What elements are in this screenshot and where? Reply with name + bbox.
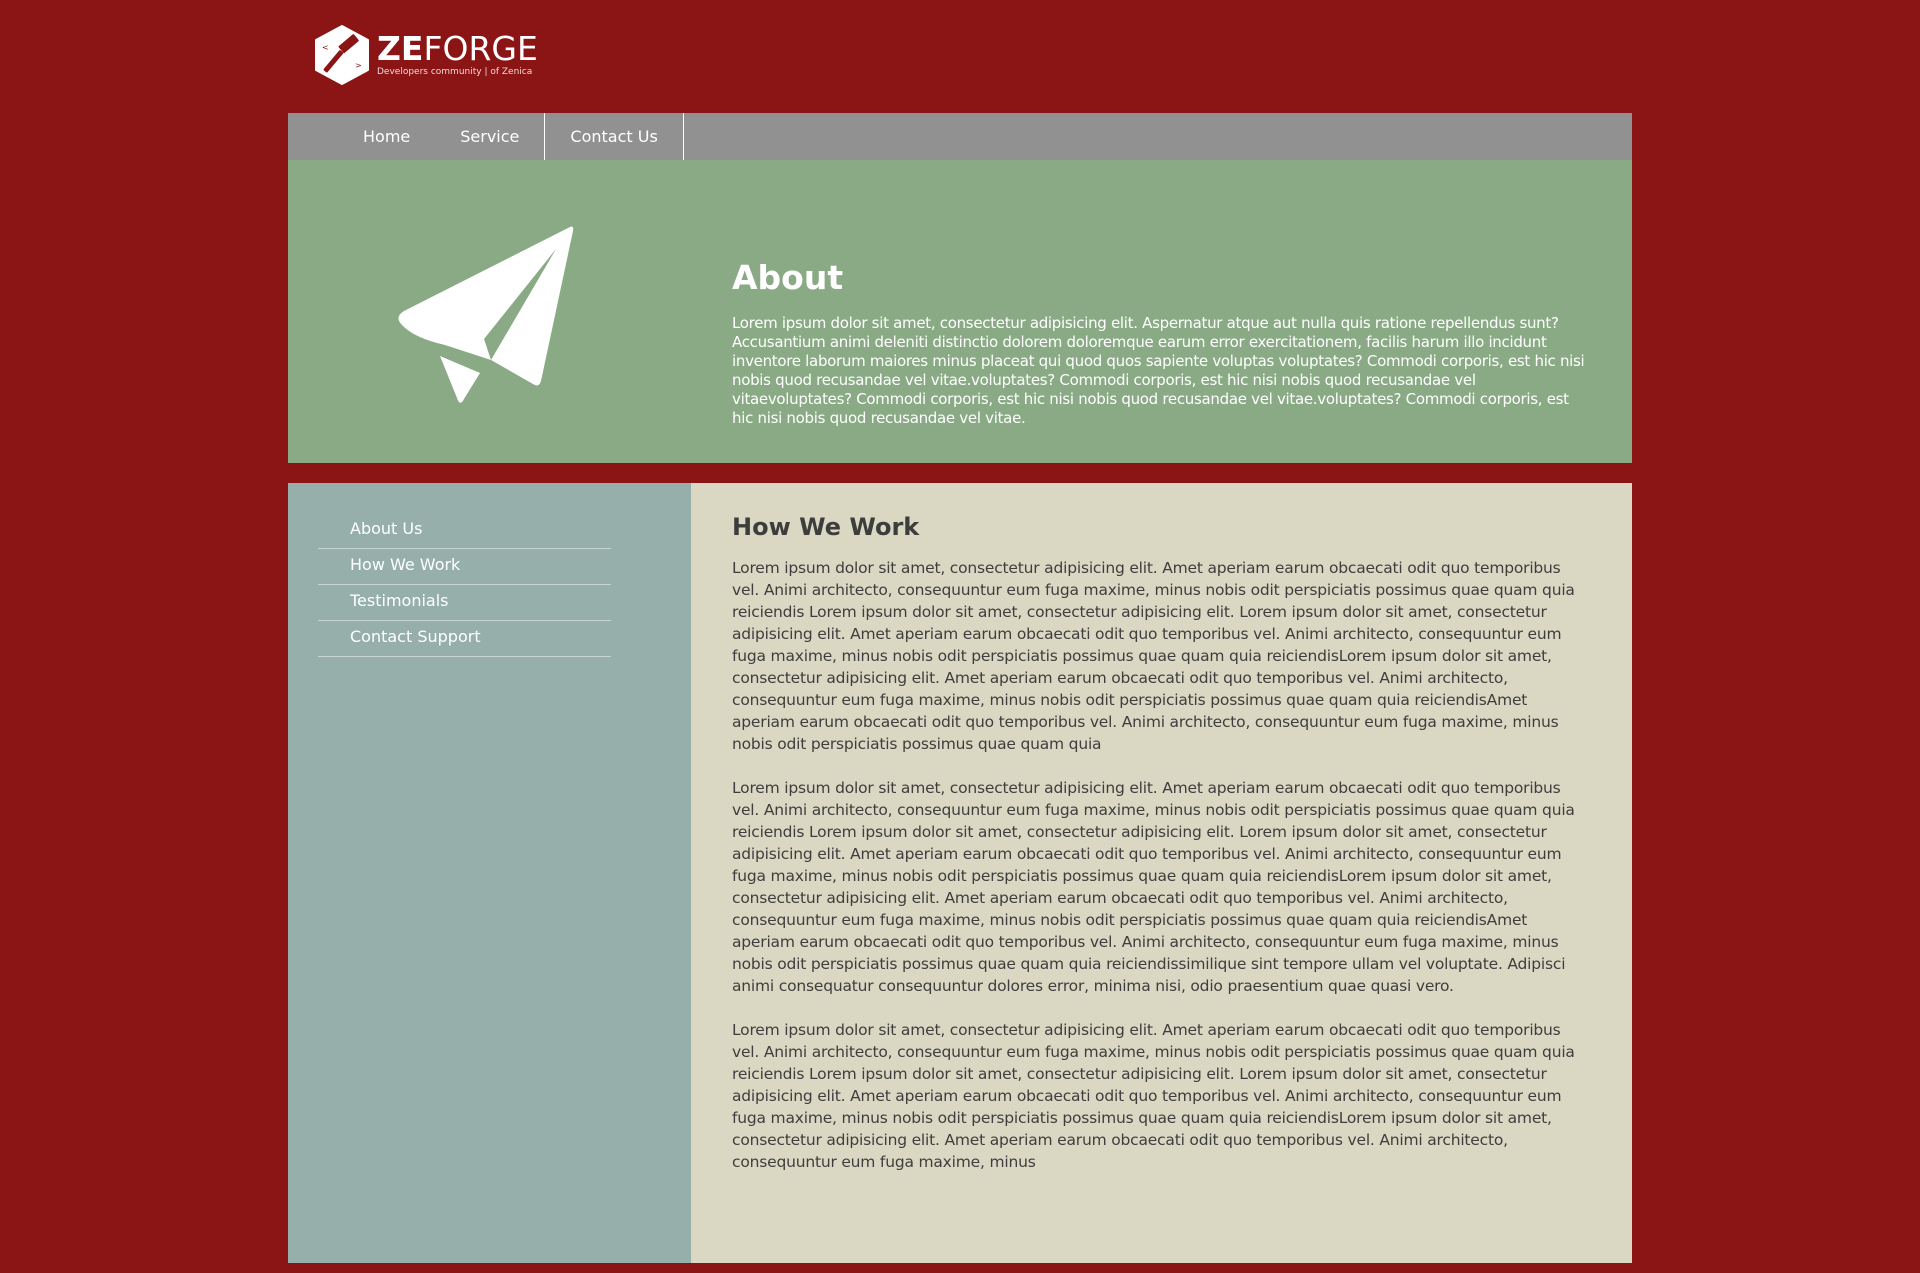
paragraph: Lorem ipsum dolor sit amet, consectetur … bbox=[732, 559, 1575, 753]
nav-home[interactable]: Home bbox=[338, 113, 435, 160]
hero-text: Lorem ipsum dolor sit amet, consectetur … bbox=[732, 314, 1585, 427]
logo-tagline: Developers community | of Zenica bbox=[377, 67, 533, 77]
section-title: How We Work bbox=[732, 513, 920, 541]
sidebar-menu: About Us How We Work Testimonials Contac… bbox=[318, 514, 611, 657]
main-content: How We Work Lorem ipsum dolor sit amet, … bbox=[691, 483, 1632, 1263]
hammer-hex-icon: < > bbox=[315, 25, 369, 85]
paragraph: Lorem ipsum dolor sit amet, consectetur … bbox=[732, 1021, 1575, 1171]
section-body: Lorem ipsum dolor sit amet, consectetur … bbox=[732, 557, 1582, 1195]
svg-text:<: < bbox=[322, 43, 329, 52]
logo-wordmark: ZEFORGE bbox=[377, 29, 538, 68]
sidebar-item-about-us[interactable]: About Us bbox=[318, 514, 611, 549]
logo[interactable]: < > ZEFORGE Developers community | of Ze… bbox=[313, 24, 538, 86]
paragraph: Lorem ipsum dolor sit amet, consectetur … bbox=[732, 779, 1575, 995]
sidebar-item-testimonials[interactable]: Testimonials bbox=[318, 586, 611, 621]
svg-text:>: > bbox=[355, 61, 362, 70]
sidebar-item-contact-support[interactable]: Contact Support bbox=[318, 622, 611, 657]
top-navbar: Home Service Contact Us bbox=[288, 113, 1632, 160]
nav-service[interactable]: Service bbox=[435, 113, 546, 160]
sidebar-item-how-we-work[interactable]: How We Work bbox=[318, 550, 611, 585]
hero-title: About bbox=[732, 258, 844, 297]
sidebar: About Us How We Work Testimonials Contac… bbox=[288, 483, 691, 1263]
about-hero: About Lorem ipsum dolor sit amet, consec… bbox=[288, 160, 1632, 463]
nav-contact-us[interactable]: Contact Us bbox=[545, 113, 684, 160]
paper-plane-icon bbox=[398, 226, 574, 403]
